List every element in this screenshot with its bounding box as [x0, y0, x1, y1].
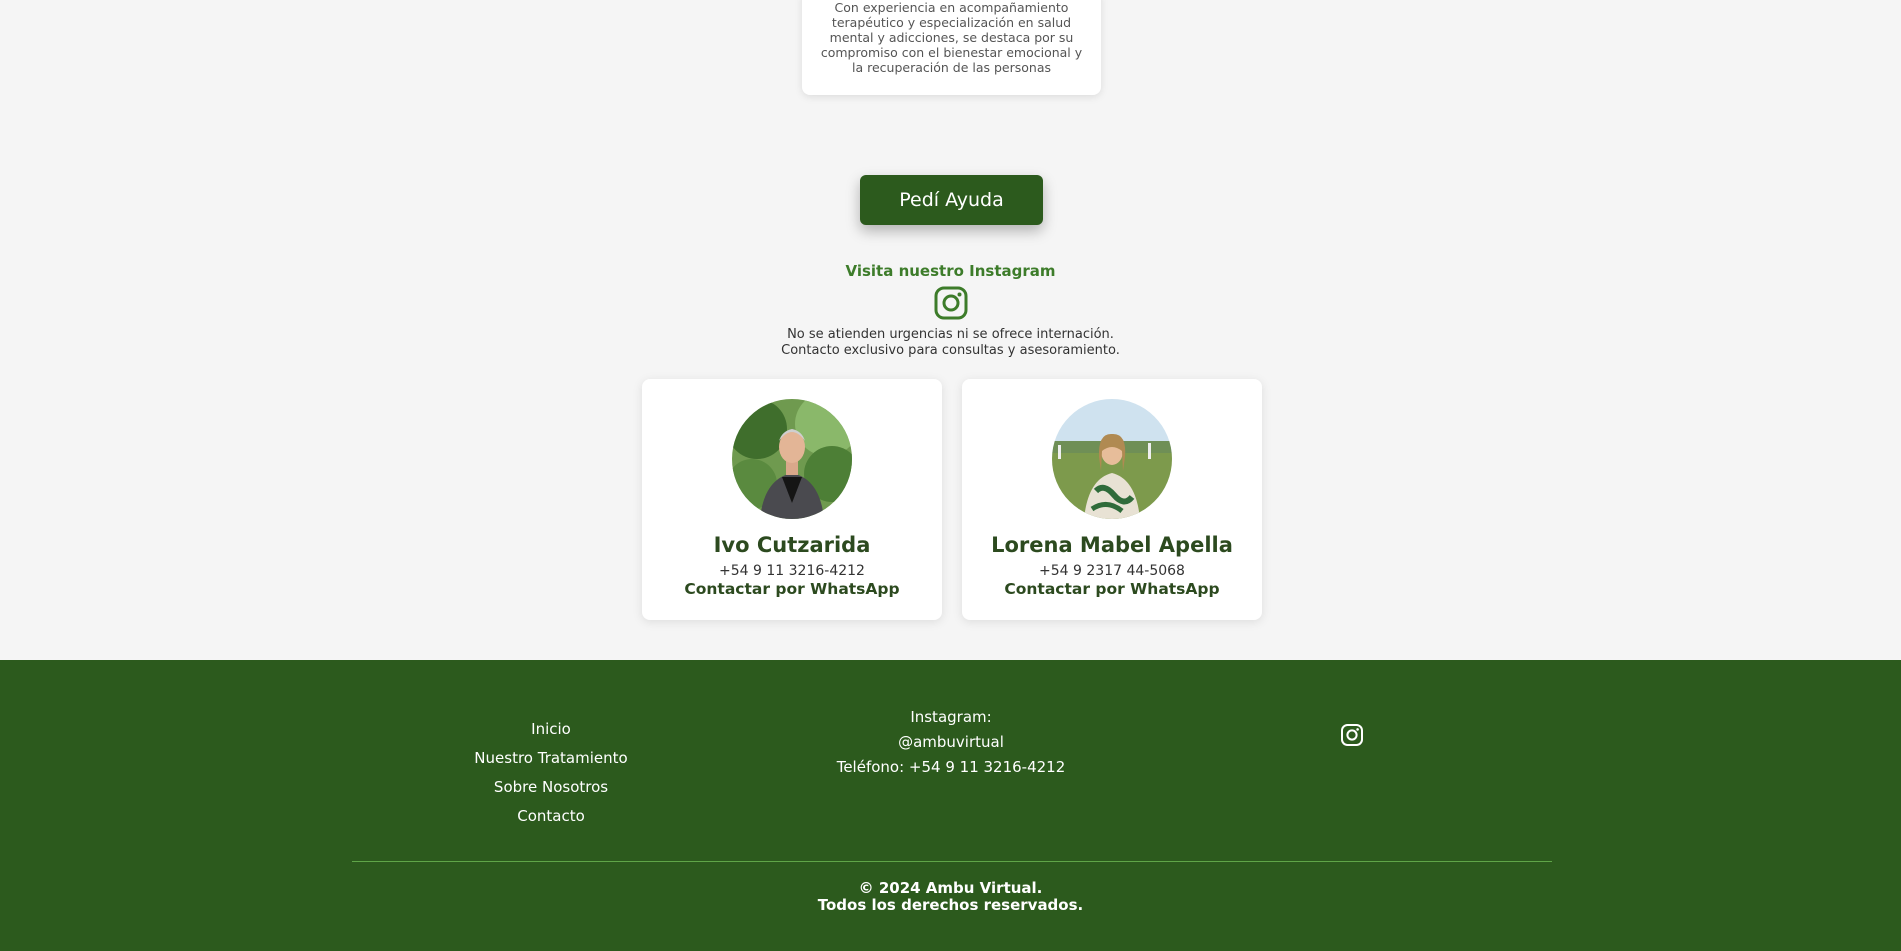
description-line: mental y adicciones, se destaca por su: [829, 30, 1074, 45]
copyright-line: Todos los derechos reservados.: [817, 896, 1084, 914]
footer-phone: Teléfono: +54 9 11 3216-4212: [836, 758, 1066, 776]
team-card: Lorena Mabel Apella +54 9 2317 44-5068 C…: [962, 379, 1262, 620]
avatar: [732, 399, 852, 519]
whatsapp-contact-link[interactable]: Contactar por WhatsApp: [684, 580, 899, 598]
avatar: [1052, 399, 1172, 519]
footer-link-contacto[interactable]: Contacto: [451, 802, 651, 831]
description-line: terapéutico y especialización en salud: [831, 15, 1072, 30]
instagram-icon[interactable]: [934, 286, 968, 320]
person-name: Lorena Mabel Apella: [991, 533, 1233, 557]
help-button[interactable]: Pedí Ayuda: [860, 175, 1043, 225]
footer-link-inicio[interactable]: Inicio: [451, 715, 651, 744]
notice-line: No se atienden urgencias ni se ofrece in…: [787, 327, 1114, 342]
description-card: Con experiencia en acompañamiento terapé…: [802, 0, 1101, 95]
footer-contact-info: Instagram: @ambuvirtual Teléfono: +54 9 …: [800, 705, 1102, 780]
notice-text: No se atienden urgencias ni se ofrece in…: [0, 327, 1901, 359]
copyright-line: © 2024 Ambu Virtual.: [858, 879, 1043, 897]
instagram-handle[interactable]: @ambuvirtual: [800, 730, 1102, 755]
instagram-label: Instagram:: [910, 708, 992, 726]
person-name: Ivo Cutzarida: [713, 533, 871, 557]
whatsapp-contact-link[interactable]: Contactar por WhatsApp: [1004, 580, 1219, 598]
team-card: Ivo Cutzarida +54 9 11 3216-4212 Contact…: [642, 379, 942, 620]
copyright: © 2024 Ambu Virtual. Todos los derechos …: [0, 880, 1901, 914]
footer-nav: Inicio Nuestro Tratamiento Sobre Nosotro…: [451, 715, 651, 831]
person-phone: +54 9 11 3216-4212: [719, 563, 865, 579]
description-line: Con experiencia en acompañamiento: [834, 0, 1069, 15]
footer-divider: [352, 861, 1552, 862]
instagram-icon[interactable]: [1340, 723, 1364, 747]
footer-link-nosotros[interactable]: Sobre Nosotros: [451, 773, 651, 802]
description-line: compromiso con el bienestar emocional y: [820, 45, 1083, 60]
description-line: la recuperación de las personas: [851, 60, 1051, 75]
person-phone: +54 9 2317 44-5068: [1039, 563, 1185, 579]
footer-link-tratamiento[interactable]: Nuestro Tratamiento: [451, 744, 651, 773]
footer: Inicio Nuestro Tratamiento Sobre Nosotro…: [0, 660, 1901, 951]
notice-line: Contacto exclusivo para consultas y ases…: [781, 343, 1120, 358]
visit-instagram-link[interactable]: Visita nuestro Instagram: [0, 262, 1901, 280]
